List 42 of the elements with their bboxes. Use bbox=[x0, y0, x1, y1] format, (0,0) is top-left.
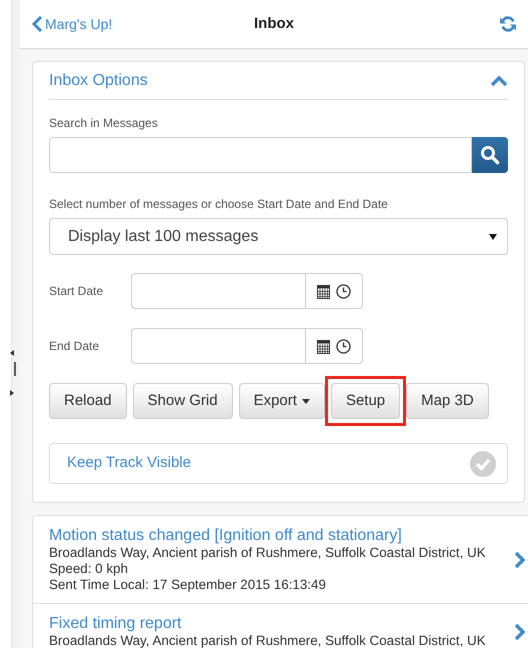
message-title: Motion status changed [Ignition off and stationary] bbox=[49, 526, 403, 545]
toolbar-button[interactable]: Reload bbox=[49, 383, 127, 419]
field-label: Start Date bbox=[49, 283, 104, 300]
panel-title[interactable]: Inbox Options bbox=[49, 68, 148, 92]
clock-icon[interactable] bbox=[336, 338, 351, 354]
clock-icon[interactable] bbox=[336, 284, 351, 298]
chevron-right-icon bbox=[514, 550, 525, 568]
chevron-right-icon bbox=[514, 622, 525, 640]
message-detail: Broadlands Way, Ancient parish of Rushmere, Suffolk Coastal District, UK bbox=[49, 545, 487, 561]
collapse-left-icon[interactable] bbox=[10, 350, 14, 356]
toolbar-button[interactable]: Map 3D bbox=[406, 383, 489, 419]
refresh-icon[interactable] bbox=[498, 14, 518, 34]
caret-icon bbox=[489, 234, 497, 240]
dropdown-button[interactable]: Export bbox=[238, 383, 325, 419]
message-detail: Speed: 0 kph bbox=[49, 561, 129, 577]
search-button[interactable] bbox=[472, 137, 508, 173]
search-icon bbox=[480, 145, 500, 165]
field-label: End Date bbox=[49, 338, 100, 355]
expand-right-icon[interactable] bbox=[10, 390, 14, 396]
field-label: Select number of messages or choose Start Date and End Date bbox=[49, 196, 389, 213]
message-item[interactable]: Motion status changed [Ignition off and stationary] Broadlands Way, Ancient parish of Rushmere, Suffolk Coastal District, UK Speed: 0 kph Sent Time Local: 17 September 2015 16:13:49 bbox=[33, 516, 528, 604]
field-label: Search in Messages bbox=[49, 115, 159, 132]
message-detail: Sent Time Local: 17 September 2015 16:13:49 bbox=[49, 577, 327, 593]
chevron-up-icon[interactable] bbox=[490, 74, 508, 86]
date-field[interactable] bbox=[131, 328, 306, 364]
chevron-left-icon bbox=[32, 16, 43, 32]
page-title: Inbox bbox=[254, 14, 294, 32]
calendar-icon[interactable] bbox=[317, 338, 330, 354]
message-title: Fixed timing report bbox=[49, 614, 182, 633]
check-toggle-icon[interactable] bbox=[469, 450, 497, 478]
toggle-row[interactable]: Keep Track Visible bbox=[49, 443, 508, 484]
splitter-handle[interactable] bbox=[14, 362, 16, 376]
back-link[interactable]: Marg's Up! bbox=[32, 14, 112, 34]
search-field[interactable] bbox=[49, 137, 472, 173]
date-field[interactable] bbox=[131, 273, 306, 309]
range-select[interactable]: Display last 100 messages bbox=[49, 218, 508, 255]
calendar-icon[interactable] bbox=[317, 284, 330, 298]
toolbar-button[interactable]: Setup bbox=[330, 383, 400, 419]
message-detail: Broadlands Way, Ancient parish of Rushmere, Suffolk Coastal District, UK bbox=[49, 633, 487, 648]
caret-icon bbox=[302, 398, 310, 404]
message-item[interactable]: Fixed timing report Broadlands Way, Ancient parish of Rushmere, Suffolk Coastal District, UK bbox=[33, 604, 528, 648]
toolbar-button[interactable]: Show Grid bbox=[132, 383, 233, 419]
